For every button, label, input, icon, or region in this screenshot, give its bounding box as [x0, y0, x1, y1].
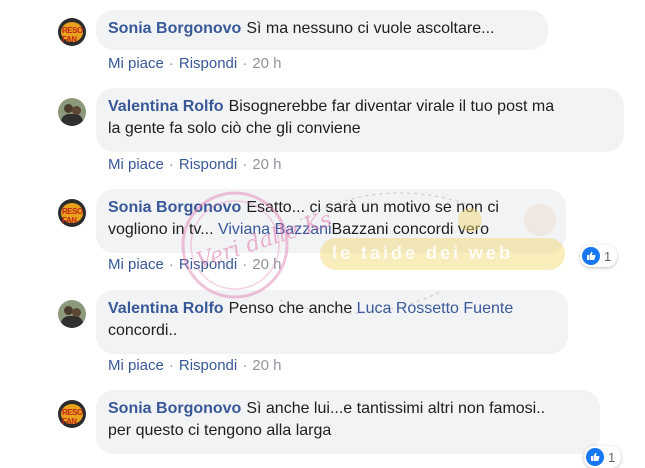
reply-link[interactable]: Rispondi: [179, 357, 237, 374]
like-link[interactable]: Mi piace: [108, 256, 164, 273]
separator-dot: ·: [242, 256, 248, 273]
comment-actions: Mi piace · Rispondi · 20 h: [108, 357, 281, 374]
separator-dot: ·: [168, 156, 174, 173]
comment-text: Bazzani concordi vero: [331, 221, 489, 238]
comment-bubble: Valentina Rolfo Bisognerebbe far diventar…: [96, 88, 624, 152]
separator-dot: ·: [168, 55, 174, 72]
separator-dot: ·: [168, 357, 174, 374]
reaction-number: 1: [608, 449, 616, 465]
like-icon: [582, 247, 600, 265]
reply-link[interactable]: Rispondi: [179, 55, 237, 72]
comment-text: per questo ci tengono alla larga: [108, 422, 332, 439]
comment-time[interactable]: 20 h: [252, 256, 281, 273]
comment-author[interactable]: Valentina Rolfo: [108, 98, 224, 115]
comment-actions: Mi piace · Rispondi · 20 h: [108, 256, 281, 273]
comment-bubble: Sonia Borgonovo Sì anche lui...e tantissi…: [96, 390, 600, 454]
separator-dot: ·: [168, 256, 174, 273]
comment-text: Sì ma nessuno ci vuole ascoltare...: [246, 20, 495, 37]
comment-time[interactable]: 20 h: [252, 156, 281, 173]
avatar-text: RESO FAN: [62, 207, 83, 225]
avatar[interactable]: [58, 300, 86, 328]
reply-link[interactable]: Rispondi: [179, 256, 237, 273]
avatar-text: RESO FAN: [62, 408, 83, 426]
separator-dot: ·: [242, 357, 248, 374]
like-link[interactable]: Mi piace: [108, 156, 164, 173]
comment-text: concordi..: [108, 322, 178, 339]
avatar-shape: [61, 316, 83, 328]
separator-dot: ·: [242, 156, 248, 173]
comment-author[interactable]: Sonia Borgonovo: [108, 400, 241, 417]
comment-bubble: Sonia Borgonovo Sì ma nessuno ci vuole as…: [96, 10, 548, 50]
reaction-count[interactable]: 1: [584, 446, 622, 468]
comment-text: Sì anche lui...e tantissimi altri non fa…: [246, 400, 546, 417]
avatar[interactable]: RESO FAN: [58, 400, 86, 428]
comment-time[interactable]: 20 h: [252, 357, 281, 374]
mention-link[interactable]: Luca Rossetto Fuente: [357, 300, 514, 317]
like-link[interactable]: Mi piace: [108, 357, 164, 374]
reaction-number: 1: [604, 248, 612, 264]
comment-author[interactable]: Sonia Borgonovo: [108, 199, 241, 216]
comment-text: Esatto... ci sarà un motivo se non ci: [246, 199, 499, 216]
like-link[interactable]: Mi piace: [108, 55, 164, 72]
comment-actions: Mi piace · Rispondi · 20 h: [108, 156, 281, 173]
reply-link[interactable]: Rispondi: [179, 156, 237, 173]
avatar[interactable]: [58, 98, 86, 126]
reaction-count[interactable]: 1: [580, 245, 618, 267]
comment-bubble: Sonia Borgonovo Esatto... ci sarà un moti…: [96, 189, 566, 253]
comment-actions: Mi piace · Rispondi · 20 h: [108, 55, 281, 72]
comment-text: vogliono in tv...: [108, 221, 218, 238]
mention-link[interactable]: Viviana Bazzani: [218, 221, 332, 238]
comment-text: Penso che anche: [228, 300, 357, 317]
like-icon: [586, 448, 604, 466]
comment-time[interactable]: 20 h: [252, 55, 281, 72]
avatar[interactable]: RESO FAN: [58, 18, 86, 46]
separator-dot: ·: [242, 55, 248, 72]
avatar-text: RESO FAN: [62, 26, 83, 44]
comment-author[interactable]: Sonia Borgonovo: [108, 20, 241, 37]
comment-author[interactable]: Valentina Rolfo: [108, 300, 224, 317]
avatar-shape: [61, 114, 83, 126]
comment-text: Bisognerebbe far diventar virale il tuo …: [228, 98, 555, 115]
avatar-shape: [72, 106, 81, 115]
avatar[interactable]: RESO FAN: [58, 199, 86, 227]
comment-bubble: Valentina Rolfo Penso che anche Luca Ross…: [96, 290, 568, 354]
comment-text: la gente fa solo ciò che gli conviene: [108, 120, 361, 137]
avatar-shape: [72, 308, 81, 317]
